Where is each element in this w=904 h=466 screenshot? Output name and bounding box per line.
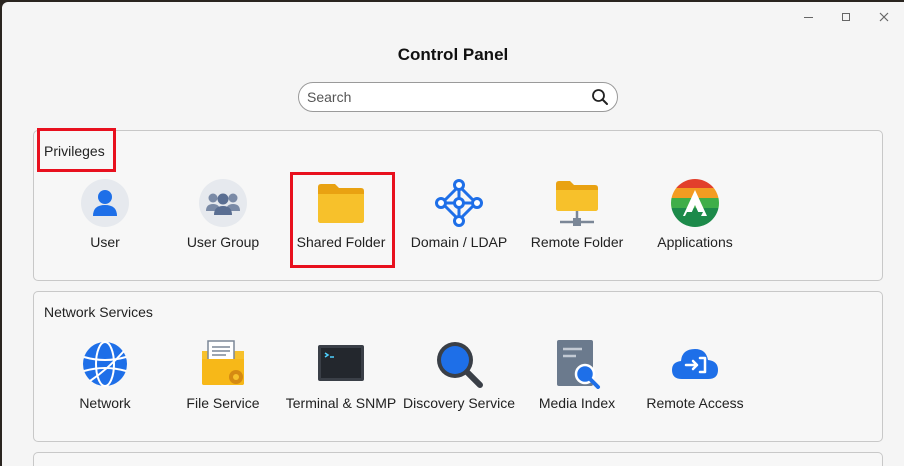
item-label: Terminal & SNMP <box>285 395 397 411</box>
minimize-icon <box>803 16 813 18</box>
item-label: Media Index <box>538 395 616 411</box>
close-button[interactable] <box>870 8 898 26</box>
search-icon[interactable] <box>591 88 609 106</box>
user-icon <box>81 179 129 227</box>
domain-network-icon <box>435 179 483 227</box>
maximize-button[interactable] <box>832 8 860 26</box>
search-input[interactable] <box>307 89 591 105</box>
remote-folder-item[interactable]: Remote Folder <box>518 178 636 251</box>
remote-access-item[interactable]: Remote Access <box>636 339 754 412</box>
applications-icon <box>671 179 719 227</box>
magnifier-icon <box>437 342 483 388</box>
network-item[interactable]: Network <box>46 339 164 412</box>
terminal-icon <box>318 345 364 381</box>
cloud-login-icon <box>672 349 718 379</box>
file-service-item[interactable]: File Service <box>164 339 282 412</box>
section-title: Network Services <box>44 304 153 320</box>
item-label: Discovery Service <box>402 395 516 411</box>
item-label: Remote Access <box>646 395 744 411</box>
close-icon <box>879 12 889 22</box>
control-panel-window: Control Panel Privileges User <box>2 2 904 466</box>
item-label: User Group <box>186 234 260 250</box>
file-service-icon <box>202 340 244 385</box>
search-box[interactable] <box>298 82 618 112</box>
maximize-icon <box>842 13 850 21</box>
item-label: Applications <box>657 234 733 250</box>
globe-icon <box>83 341 127 387</box>
shared-folder-highlight-box <box>290 172 395 268</box>
item-label: Domain / LDAP <box>410 234 508 250</box>
item-label: File Service <box>186 395 260 411</box>
item-label: Network <box>79 395 131 411</box>
item-label: Remote Folder <box>530 234 624 250</box>
user-group-icon <box>199 179 247 227</box>
user-item[interactable]: User <box>46 178 164 251</box>
applications-item[interactable]: Applications <box>636 178 754 251</box>
privileges-section: Privileges User User Group Shared Folder… <box>33 130 883 281</box>
terminal-snmp-item[interactable]: Terminal & SNMP <box>282 339 400 412</box>
remote-folder-icon <box>556 181 598 226</box>
next-section <box>33 452 883 466</box>
discovery-service-item[interactable]: Discovery Service <box>400 339 518 412</box>
domain-ldap-item[interactable]: Domain / LDAP <box>400 178 518 251</box>
media-index-icon <box>557 340 600 389</box>
page-title: Control Panel <box>397 45 509 64</box>
privileges-highlight-box <box>37 128 116 172</box>
user-group-item[interactable]: User Group <box>164 178 282 251</box>
network-services-section: Network Services Network File Service Te… <box>33 291 883 442</box>
item-label: User <box>90 234 120 250</box>
media-index-item[interactable]: Media Index <box>518 339 636 412</box>
minimize-button[interactable] <box>794 8 822 26</box>
